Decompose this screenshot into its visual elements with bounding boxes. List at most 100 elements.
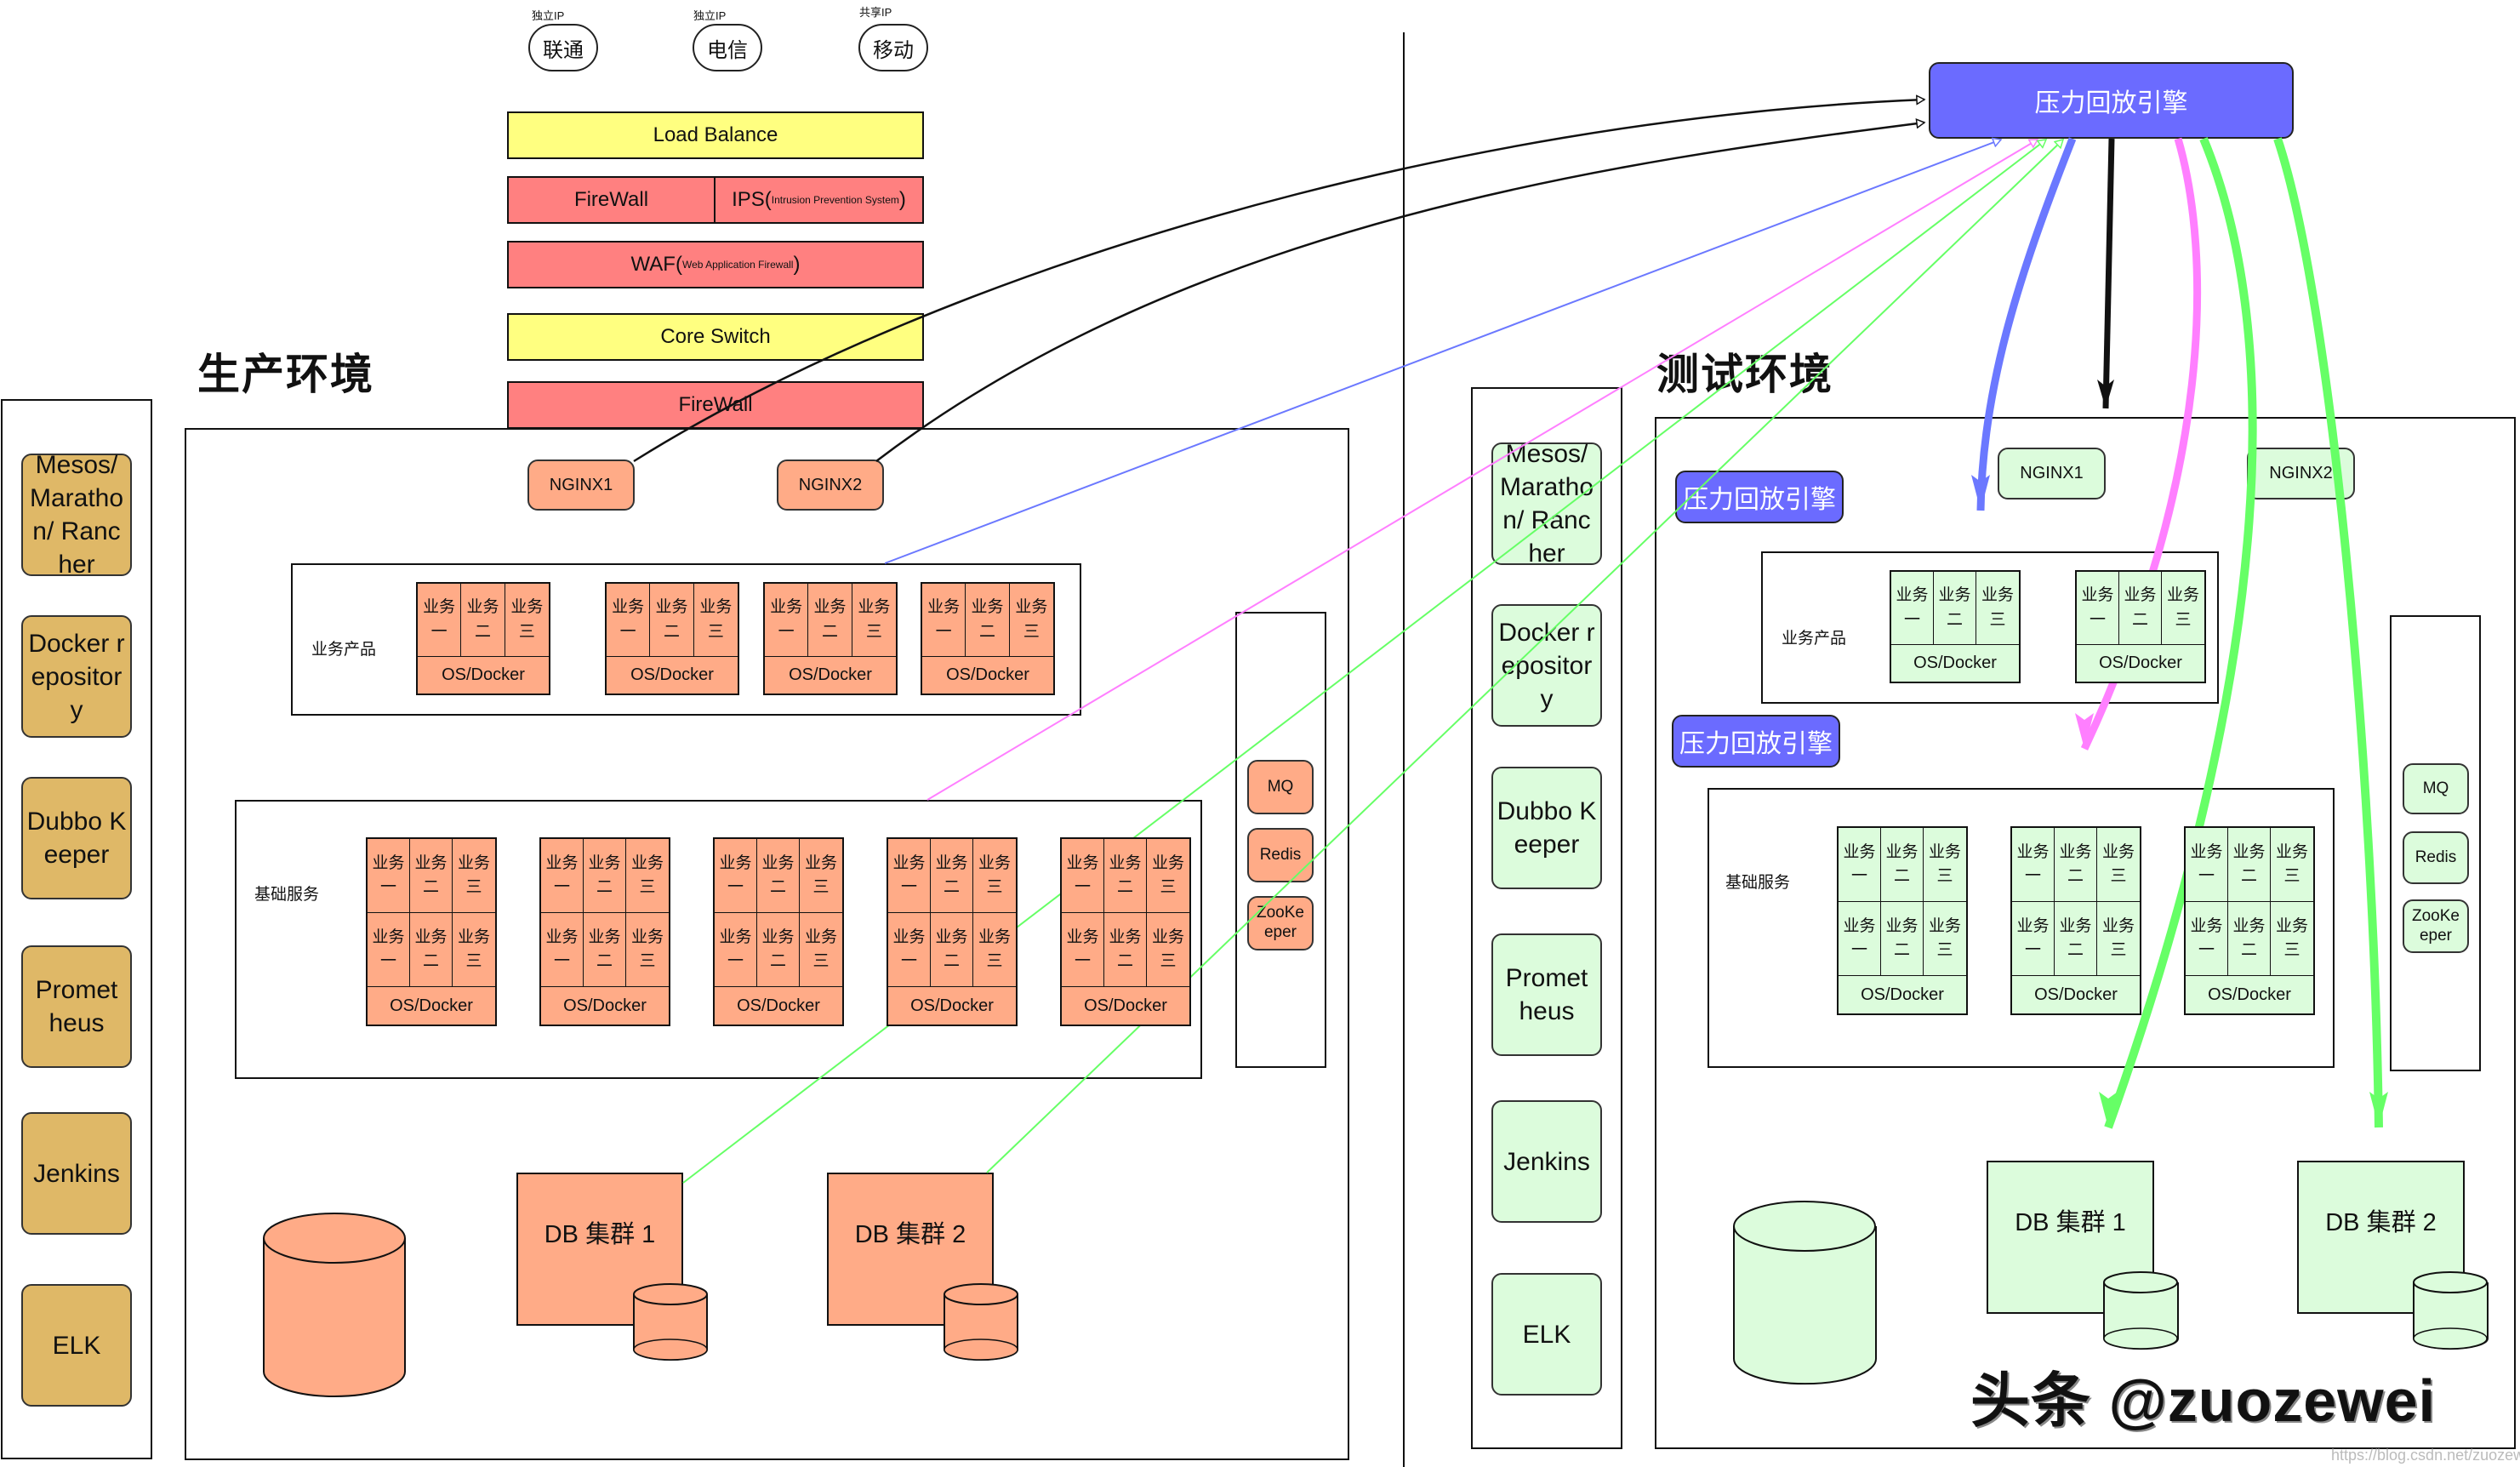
test-nginx2: NGINX2 — [2247, 448, 2355, 499]
node-label: ZooKe eper — [2412, 906, 2460, 945]
service-cell: 业务二 — [650, 584, 694, 657]
os-docker-container: 业务一业务二业务三业务一业务二业务三 OS/Docker — [1060, 837, 1191, 1026]
service-cell: 业务三 — [1924, 828, 1966, 903]
service-cell: 业务三 — [693, 584, 738, 657]
load-balance-layer: Load Balance — [507, 111, 924, 159]
service-index: 二 — [943, 952, 960, 971]
service-label: 业务 — [466, 598, 499, 616]
os-docker-container: 业务一业务二业务三 OS/Docker — [605, 582, 739, 695]
service-label: 业务 — [2232, 842, 2266, 861]
os-docker-label: OS/Docker — [946, 665, 1029, 684]
test-nginx1: NGINX1 — [1998, 448, 2106, 499]
db-label: DB 集群 2 — [854, 1221, 966, 1248]
service-cell: 业务一 — [541, 913, 584, 988]
prod-tool-jenkins: Jenkins — [21, 1112, 132, 1235]
carrier-telecom: 电信 — [693, 24, 762, 71]
service-cell: 业务一 — [1062, 913, 1104, 988]
service-cell: 业务三 — [453, 839, 495, 914]
service-cell: 业务三 — [2097, 902, 2140, 977]
service-label: 业务 — [2124, 586, 2157, 604]
service-cell: 业务二 — [1934, 572, 1976, 645]
service-label: 业务 — [719, 928, 752, 946]
service-cell: 业务二 — [1881, 902, 1924, 977]
ip-type-label: 独立IP — [532, 9, 565, 22]
service-index: 一 — [2089, 610, 2106, 629]
service-cell: 业务一 — [2012, 902, 2055, 977]
tool-label: Mesos/ Maratho n/ Rancher — [29, 451, 124, 579]
service-label: 业务 — [2190, 916, 2223, 935]
group-label: 基础服务 — [1725, 874, 1791, 892]
service-cell: 业务三 — [505, 584, 549, 657]
service-index: 三 — [639, 878, 656, 897]
service-index: 二 — [1116, 878, 1133, 897]
service-index: 二 — [821, 622, 838, 641]
service-label: 业务 — [588, 928, 621, 946]
prod-tool-docker-repository: Docker repositor y — [21, 615, 132, 738]
layer-label: ) — [898, 188, 906, 211]
service-index: 一 — [2198, 867, 2215, 886]
os-docker-label: OS/Docker — [630, 665, 714, 684]
os-docker-container: 业务一业务二业务三 OS/Docker — [416, 582, 550, 695]
service-label: 业务 — [372, 853, 405, 872]
service-label: 业务 — [1109, 928, 1142, 946]
service-label: 业务 — [804, 853, 837, 872]
os-docker-container: 业务一业务二业务三 OS/Docker — [763, 582, 898, 695]
layer-label: Core Switch — [660, 325, 771, 348]
service-cell: 业务一 — [541, 839, 584, 914]
os-docker-container: 业务一业务二业务三 OS/Docker — [1890, 570, 2021, 683]
service-cell: 业务二 — [2055, 828, 2097, 903]
pressure-replay-engine: 压力回放引擎 — [1929, 62, 2294, 139]
prod-tool-prometheus: Promet heus — [21, 945, 132, 1068]
service-label: 业务 — [545, 928, 579, 946]
prod-tool-mesos: Mesos/ Maratho n/ Rancher — [21, 451, 132, 579]
service-cell: 业务一 — [888, 913, 931, 988]
service-cell: 业务一 — [1839, 902, 1881, 977]
service-cell: 业务三 — [453, 913, 495, 988]
os-docker-label: OS/Docker — [2034, 985, 2118, 1004]
service-index: 三 — [1160, 952, 1177, 971]
service-label: 业务 — [2166, 586, 2199, 604]
service-label: 业务 — [699, 598, 733, 616]
service-index: 三 — [1936, 867, 1953, 886]
engine-label: 压力回放引擎 — [1679, 730, 1833, 758]
service-cell: 业务三 — [800, 839, 842, 914]
os-docker-container: 业务一业务二业务三业务一业务二业务三 OS/Docker — [2010, 826, 2141, 1015]
group-label: 基础服务 — [254, 886, 320, 904]
service-index: 三 — [812, 952, 830, 971]
service-cell: 业务一 — [2186, 902, 2228, 977]
service-cell: 业务二 — [1881, 828, 1924, 903]
ip-type-label: 共享IP — [859, 6, 892, 19]
service-label: 业务 — [2016, 842, 2050, 861]
service-label: 业务 — [892, 853, 926, 872]
os-docker-container: 业务一业务二业务三业务一业务二业务三 OS/Docker — [366, 837, 497, 1026]
test-title: 测试环境 — [1656, 351, 1833, 398]
service-label: 业务 — [1015, 598, 1048, 616]
tool-label: Dubbo Keeper — [1497, 797, 1597, 859]
service-label: 业务 — [1928, 842, 1961, 861]
test-tool-dubbo-keeper: Dubbo Keeper — [1491, 767, 1602, 889]
service-index: 二 — [422, 878, 439, 897]
os-docker-label: OS/Docker — [563, 996, 647, 1015]
service-cell: 业务三 — [626, 839, 669, 914]
ip-type-label: 独立IP — [693, 9, 727, 22]
prod-redis: Redis — [1247, 828, 1314, 882]
service-cell: 业务二 — [1104, 839, 1147, 914]
service-cell: 业务二 — [931, 839, 973, 914]
service-index: 三 — [707, 622, 724, 641]
arrow-engine-to-test-gateway — [2097, 138, 2115, 409]
service-label: 业务 — [588, 853, 621, 872]
service-index: 二 — [2131, 610, 2148, 629]
layer-label: IPS( — [732, 188, 772, 211]
service-cell: 业务一 — [1891, 572, 1934, 645]
tool-label: Mesos/ Maratho n/ Rancher — [1499, 440, 1594, 568]
service-index: 三 — [2110, 867, 2127, 886]
service-label: 业务 — [1109, 853, 1142, 872]
service-index: 一 — [1850, 867, 1867, 886]
service-index: 一 — [619, 622, 636, 641]
service-cell: 业务一 — [368, 839, 410, 914]
service-index: 二 — [2240, 941, 2257, 960]
os-docker-container: 业务一业务二业务三业务一业务二业务三 OS/Docker — [539, 837, 670, 1026]
service-index: 二 — [978, 622, 995, 641]
os-docker-container: 业务一业务二业务三 OS/Docker — [2075, 570, 2206, 683]
service-label: 业务 — [1151, 928, 1184, 946]
